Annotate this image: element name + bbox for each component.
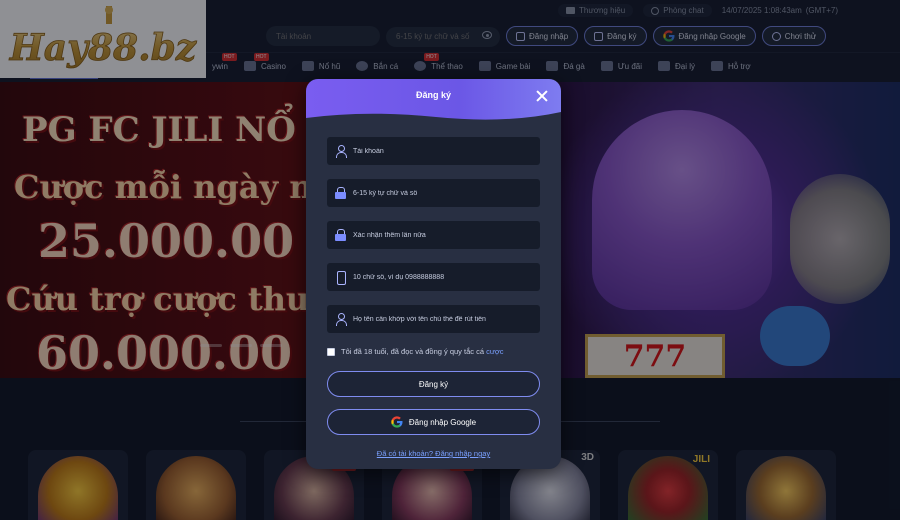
modal-google-login-button[interactable]: Đăng nhập Google	[327, 409, 540, 435]
terms-label: Tôi đã 18 tuổi, đã đọc và đồng ý quy tắc…	[341, 347, 485, 356]
phone-field[interactable]	[327, 263, 540, 291]
phone-input[interactable]	[353, 273, 533, 281]
fullname-field[interactable]	[327, 305, 540, 333]
confirm-password-input[interactable]	[353, 231, 533, 239]
password-input[interactable]	[353, 189, 533, 197]
terms-agreement: Tôi đã 18 tuổi, đã đọc và đồng ý quy tắc…	[327, 347, 504, 356]
modal-google-login-label: Đăng nhập Google	[408, 417, 477, 427]
phone-icon	[335, 271, 347, 285]
submit-register-label: Đăng ký	[418, 379, 449, 389]
login-now-link[interactable]: Đã có tài khoản? Đăng nhập ngay	[306, 449, 561, 458]
user-icon	[335, 313, 347, 326]
modal-header: Đăng ký	[306, 79, 561, 124]
user-icon	[335, 145, 347, 158]
submit-register-button[interactable]: Đăng ký	[327, 371, 540, 397]
terms-text: Tôi đã 18 tuổi, đã đọc và đồng ý quy tắc…	[341, 347, 504, 356]
modal-title: Đăng ký	[415, 90, 451, 100]
lock-icon	[335, 229, 347, 241]
terms-checkbox[interactable]	[327, 347, 335, 356]
terms-link[interactable]: cược	[486, 347, 503, 356]
close-icon[interactable]	[535, 89, 549, 103]
lock-icon	[335, 187, 347, 199]
fullname-input[interactable]	[353, 315, 533, 323]
confirm-password-field[interactable]	[327, 221, 540, 249]
google-icon	[391, 416, 403, 428]
username-input[interactable]	[353, 147, 533, 155]
header-wave-decoration	[306, 112, 561, 124]
register-modal: Đăng ký Tôi đã 18 tuổi, đã đọc và đồng ý…	[306, 79, 561, 469]
password-field[interactable]	[327, 179, 540, 207]
username-field[interactable]	[327, 137, 540, 165]
